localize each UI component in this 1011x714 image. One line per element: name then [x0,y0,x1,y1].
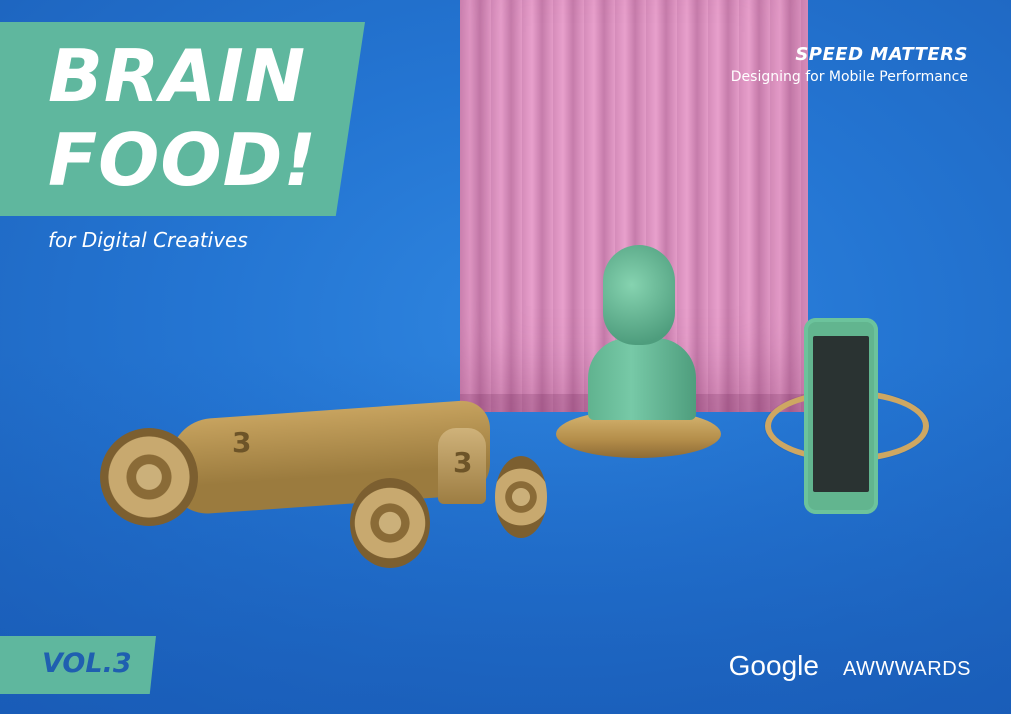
google-logo: Google [728,650,819,681]
subtitle: for Digital Creatives [48,228,248,252]
car-front-wheel [350,478,430,568]
car-number-side: 3 [232,426,252,459]
bust-torso [588,338,696,420]
car-rear-wheel [100,428,198,526]
mobile-phone [804,318,878,514]
car-front-wheel-far [495,456,547,538]
bust-head [603,245,675,345]
sponsor-logos: Google AWWWARDS [729,650,971,682]
title-line-2: FOOD! [48,118,318,202]
series-subheading: Designing for Mobile Performance [730,69,968,85]
series-heading-block: SPEED MATTERS Designing for Mobile Perfo… [731,44,968,85]
gold-hot-rod-car: 3 3 [100,370,550,570]
awwwards-logo: AWWWARDS [842,658,971,680]
volume-badge: VOL.3 [0,636,156,694]
phone-screen [813,336,869,492]
car-number-grille: 3 [453,446,473,479]
volume-label: VOL.3 [42,648,132,679]
title-line-1: BRAIN [48,34,307,118]
series-heading: SPEED MATTERS [795,44,968,65]
cover: 3 3 BRAIN FOOD! for Digital Creatives SP… [0,0,1011,714]
